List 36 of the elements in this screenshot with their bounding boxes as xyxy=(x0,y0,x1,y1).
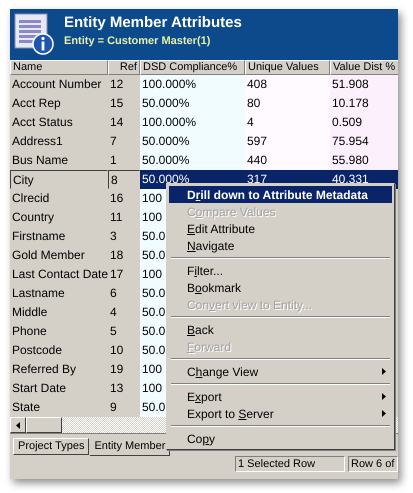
table-cell: 75.954 xyxy=(330,132,398,151)
entity-subtitle: Entity = Customer Master(1) xyxy=(64,34,212,49)
column-header[interactable]: Name xyxy=(10,60,108,75)
table-cell: 4 xyxy=(245,113,330,132)
table-cell: 80 xyxy=(245,94,330,113)
menu-item[interactable]: Copy xyxy=(169,430,392,447)
table-cell: City xyxy=(10,170,108,189)
status-text: 1 Selected Row xyxy=(235,456,345,472)
document-info-icon xyxy=(14,13,56,55)
column-header[interactable]: DSD Compliance% xyxy=(140,60,245,75)
table-cell: 100.000% xyxy=(140,75,245,94)
submenu-arrow-icon xyxy=(382,368,386,375)
status-text: Row 6 of xyxy=(348,456,398,472)
table-cell: 100.000% xyxy=(140,113,245,132)
submenu-arrow-icon xyxy=(382,410,386,417)
table-cell: 55.980 xyxy=(330,151,398,170)
submenu-arrow-icon xyxy=(382,393,386,400)
column-header[interactable]: Ref xyxy=(108,60,140,75)
table-cell: 597 xyxy=(245,132,330,151)
scroll-left-button[interactable] xyxy=(10,417,26,433)
table-cell: 0.509 xyxy=(330,113,398,132)
table-cell: 440 xyxy=(245,151,330,170)
column-header[interactable]: Unique Values xyxy=(245,60,330,75)
table-cell: 50.000% xyxy=(140,132,245,151)
scroll-thumb[interactable] xyxy=(26,417,62,433)
column-header[interactable]: Value Dist % xyxy=(330,60,398,75)
table-cell: 51.908 xyxy=(330,75,398,94)
table-cell: 8 xyxy=(108,170,140,189)
table-cell: 50.000% xyxy=(140,94,245,113)
table-cell: 50.000% xyxy=(140,151,245,170)
table-cell: 10.178 xyxy=(330,94,398,113)
window-title: Entity Member Attributes xyxy=(64,13,242,33)
tab[interactable]: Project Types xyxy=(13,438,90,455)
left-arrow-icon xyxy=(16,422,20,428)
menu-item[interactable]: Drill down to Attribute Metadata xyxy=(169,186,392,203)
table-cell: 408 xyxy=(245,75,330,94)
